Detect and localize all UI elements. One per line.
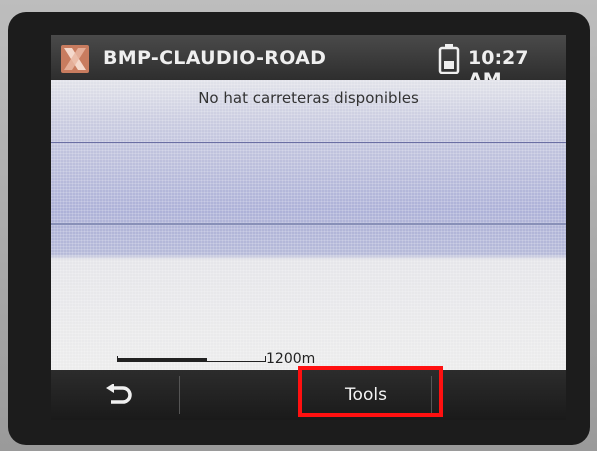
no-roads-message: No hat carreteras disponibles xyxy=(198,89,419,107)
softkey-divider xyxy=(179,376,180,414)
status-bar: BMP-CLAUDIO-ROAD 10:27 AM xyxy=(51,35,566,91)
map-scale-bar-fill xyxy=(117,358,207,361)
tools-highlight-box xyxy=(298,366,443,417)
back-button[interactable] xyxy=(71,370,179,420)
back-arrow-icon xyxy=(106,384,132,404)
map-scale-label: 1200m xyxy=(266,351,316,367)
map-texture xyxy=(51,80,566,370)
map-line xyxy=(51,142,566,143)
map-horizon-line xyxy=(51,223,566,225)
app-title: BMP-CLAUDIO-ROAD xyxy=(103,47,327,69)
map-view[interactable]: No hat carreteras disponibles 1200m xyxy=(51,80,566,370)
battery-icon xyxy=(438,44,460,75)
device-screen: BMP-CLAUDIO-ROAD 10:27 AM No hat carrete… xyxy=(51,35,566,420)
app-logo-icon xyxy=(61,45,89,73)
